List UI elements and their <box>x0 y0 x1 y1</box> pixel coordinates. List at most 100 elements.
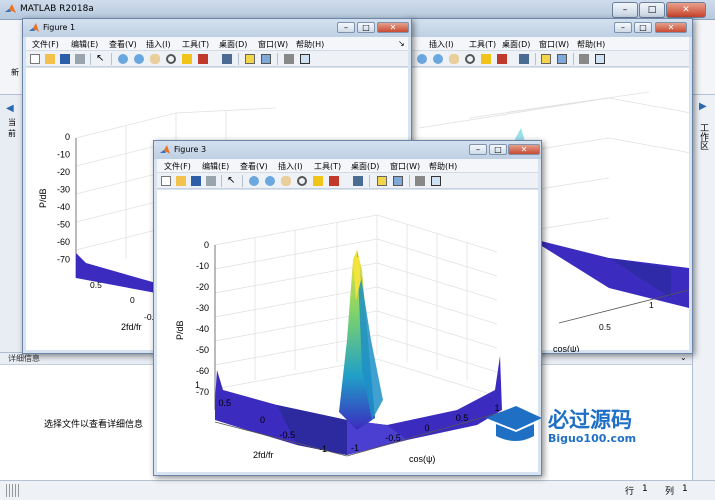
rotate-3d-icon[interactable] <box>297 176 307 186</box>
fig2-minimize-button[interactable]: – <box>614 22 632 33</box>
fig1-toolbar: ↖ <box>26 51 408 67</box>
legend-icon[interactable] <box>261 54 271 64</box>
figure-3-title-bar: Figure 3 – □ ✕ <box>154 141 541 159</box>
menu-tools[interactable]: 工具(T) <box>182 39 209 50</box>
print-icon[interactable] <box>75 54 85 64</box>
pointer-icon[interactable]: ↖ <box>227 176 237 186</box>
menu-desktop[interactable]: 桌面(D) <box>351 161 379 172</box>
hide-tools-icon[interactable] <box>284 54 294 64</box>
row-label: 行 <box>625 487 635 497</box>
zoom-in-icon[interactable] <box>417 54 427 64</box>
menu-file[interactable]: 文件(F) <box>32 39 59 50</box>
link-plot-icon[interactable] <box>519 54 529 64</box>
figure-2-title-bar: – □ ✕ <box>406 19 692 37</box>
fig2-maximize-button[interactable]: □ <box>634 22 652 33</box>
fig3-z-tick: -40 <box>196 324 209 334</box>
back-arrow-icon[interactable]: ◀ <box>6 103 14 114</box>
colorbar-icon[interactable] <box>245 54 255 64</box>
data-cursor-icon[interactable] <box>313 176 323 186</box>
zoom-out-icon[interactable] <box>134 54 144 64</box>
show-tools-icon[interactable] <box>595 54 605 64</box>
menu-desktop[interactable]: 桌面(D) <box>219 39 247 50</box>
fig3-minimize-button[interactable]: – <box>469 144 487 155</box>
menu-edit[interactable]: 编辑(E) <box>202 161 229 172</box>
zoom-out-icon[interactable] <box>265 176 275 186</box>
fig2-close-button[interactable]: ✕ <box>655 22 687 33</box>
menu-insert[interactable]: 插入(I) <box>146 39 171 50</box>
fig1-menu-bar: 文件(F) 编辑(E) 查看(V) 插入(I) 工具(T) 桌面(D) 窗口(W… <box>26 37 408 51</box>
show-tools-icon[interactable] <box>300 54 310 64</box>
menu-dock-arrow-icon[interactable]: ↘ <box>398 39 405 48</box>
show-tools-icon[interactable] <box>431 176 441 186</box>
minimize-button[interactable]: – <box>612 2 638 18</box>
new-figure-icon[interactable] <box>30 54 40 64</box>
hide-tools-icon[interactable] <box>579 54 589 64</box>
pan-hand-icon[interactable] <box>150 54 160 64</box>
data-cursor-icon[interactable] <box>481 54 491 64</box>
fig2-toolbar <box>409 51 689 67</box>
menu-edit[interactable]: 编辑(E) <box>71 39 98 50</box>
fig2-menu-desktop[interactable]: 桌面(D) <box>502 39 530 50</box>
fig1-z-tick: -40 <box>57 202 70 212</box>
fig1-maximize-button[interactable]: □ <box>357 22 375 33</box>
menu-tools[interactable]: 工具(T) <box>314 161 341 172</box>
figure-1-title: Figure 1 <box>43 23 76 32</box>
workspace-tab-label[interactable]: 工作区 <box>697 123 710 150</box>
menu-window[interactable]: 窗口(W) <box>390 161 420 172</box>
ribbon-new-fragment: 新 <box>11 68 19 77</box>
current-folder-fragment: 当前 <box>8 118 16 138</box>
fig2-menu-help[interactable]: 帮助(H) <box>577 39 605 50</box>
legend-icon[interactable] <box>557 54 567 64</box>
rotate-3d-icon[interactable] <box>166 54 176 64</box>
fig2-menu-tools[interactable]: 工具(T) <box>469 39 496 50</box>
fig3-close-button[interactable]: ✕ <box>508 144 540 155</box>
save-icon[interactable] <box>191 176 201 186</box>
fig3-z-tick: -20 <box>196 282 209 292</box>
menu-help[interactable]: 帮助(H) <box>296 39 324 50</box>
rotate-3d-icon[interactable] <box>465 54 475 64</box>
watermark-logo: 必过源码 Biguo100.com <box>482 404 682 452</box>
chevron-down-icon[interactable]: ⌄ <box>680 353 687 362</box>
brush-icon[interactable] <box>198 54 208 64</box>
brush-icon[interactable] <box>329 176 339 186</box>
legend-icon[interactable] <box>393 176 403 186</box>
menu-file[interactable]: 文件(F) <box>164 161 191 172</box>
brush-icon[interactable] <box>497 54 507 64</box>
save-icon[interactable] <box>60 54 70 64</box>
pan-hand-icon[interactable] <box>281 176 291 186</box>
fig1-z-tick: -70 <box>57 255 70 265</box>
link-plot-icon[interactable] <box>353 176 363 186</box>
resize-grip-icon <box>6 484 20 497</box>
close-button[interactable]: ✕ <box>666 2 706 18</box>
fig3-z-tick: 0 <box>204 240 209 250</box>
menu-window[interactable]: 窗口(W) <box>258 39 288 50</box>
link-plot-icon[interactable] <box>222 54 232 64</box>
fig2-menu-insert[interactable]: 插入(I) <box>429 39 454 50</box>
pointer-icon[interactable]: ↖ <box>96 54 106 64</box>
colorbar-icon[interactable] <box>541 54 551 64</box>
fig3-maximize-button[interactable]: □ <box>489 144 507 155</box>
hide-tools-icon[interactable] <box>415 176 425 186</box>
workspace-side-tab[interactable]: ▶ 工作区 <box>692 95 715 490</box>
maximize-button[interactable]: □ <box>639 2 665 18</box>
expand-icon[interactable]: ▶ <box>699 101 707 112</box>
fig3-x-label: 2fd/fr <box>253 450 274 460</box>
open-file-icon[interactable] <box>45 54 55 64</box>
fig1-close-button[interactable]: ✕ <box>377 22 409 33</box>
zoom-in-icon[interactable] <box>249 176 259 186</box>
menu-insert[interactable]: 插入(I) <box>278 161 303 172</box>
new-figure-icon[interactable] <box>161 176 171 186</box>
zoom-in-icon[interactable] <box>118 54 128 64</box>
data-cursor-icon[interactable] <box>182 54 192 64</box>
menu-view[interactable]: 查看(V) <box>109 39 137 50</box>
fig2-menu-window[interactable]: 窗口(W) <box>539 39 569 50</box>
colorbar-icon[interactable] <box>377 176 387 186</box>
zoom-out-icon[interactable] <box>433 54 443 64</box>
print-icon[interactable] <box>206 176 216 186</box>
open-file-icon[interactable] <box>176 176 186 186</box>
fig1-minimize-button[interactable]: – <box>337 22 355 33</box>
col-value: 1 <box>682 484 688 494</box>
pan-hand-icon[interactable] <box>449 54 459 64</box>
menu-help[interactable]: 帮助(H) <box>429 161 457 172</box>
menu-view[interactable]: 查看(V) <box>240 161 268 172</box>
